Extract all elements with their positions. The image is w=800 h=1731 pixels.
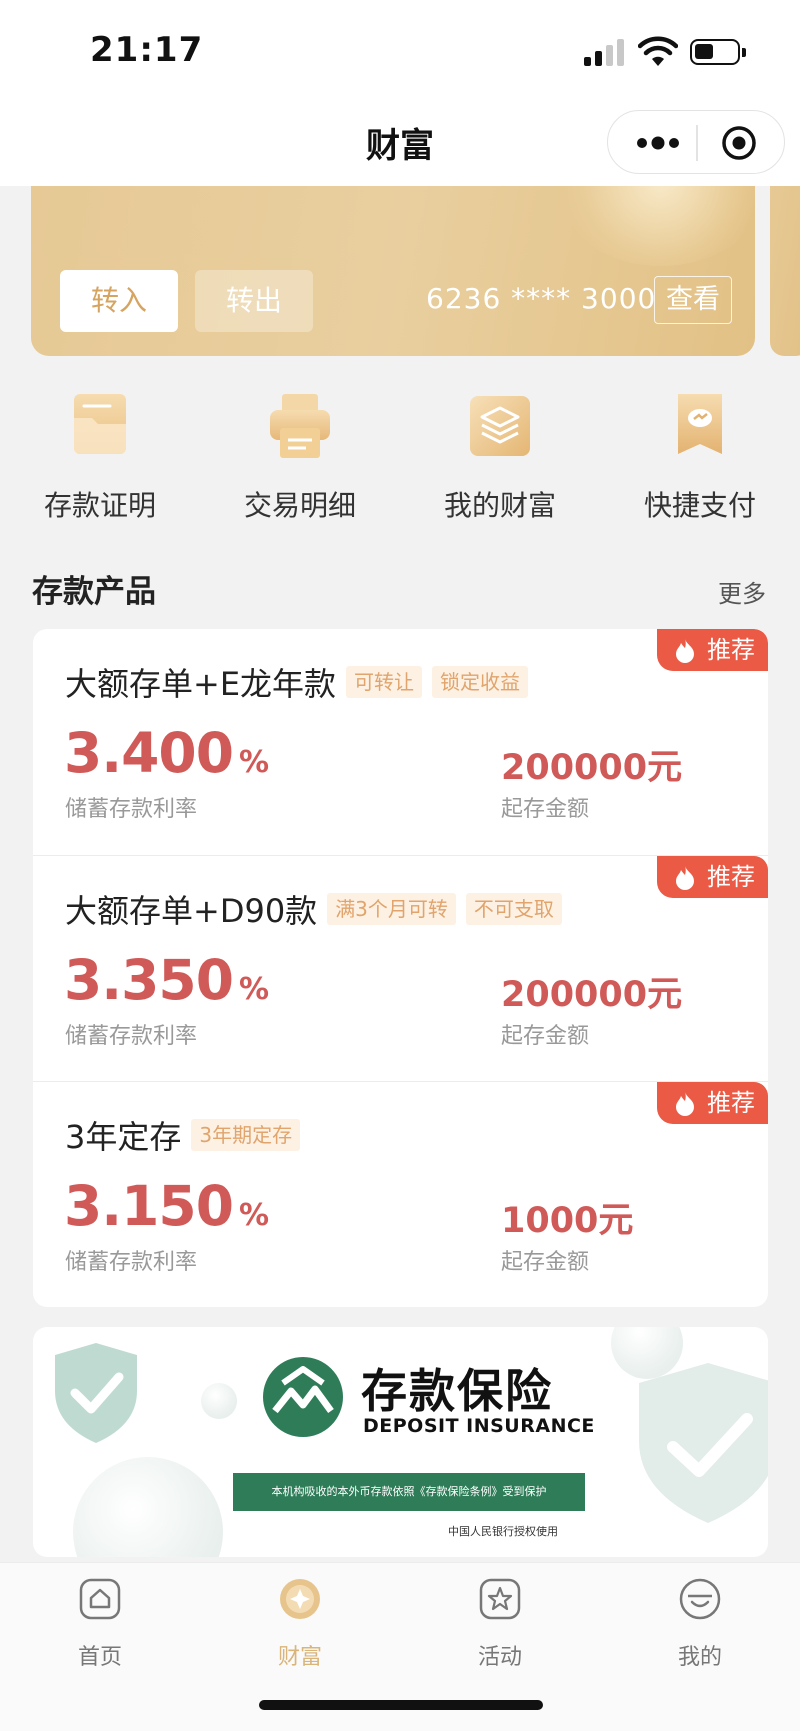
signal-icon: [584, 38, 626, 66]
layers-icon: [470, 396, 530, 456]
bubble-decoration: [73, 1457, 223, 1557]
min-amount: 200000元: [501, 975, 683, 1015]
coin-decoration: [561, 186, 755, 266]
quick-entry-label: 快捷支付: [643, 489, 756, 522]
home-icon: [79, 1578, 121, 1620]
rate-value: 3.350: [64, 948, 234, 1012]
tab-home[interactable]: 首页: [0, 1577, 200, 1677]
tab-activity[interactable]: 活动: [400, 1577, 600, 1677]
rate-value: 3.150: [64, 1174, 234, 1238]
recommend-badge: 推荐: [657, 629, 768, 671]
product-item[interactable]: 推荐 大额存单+D90款 满3个月可转 不可支取 3.350% 储蓄存款利率 200…: [33, 855, 768, 1081]
wifi-icon: [638, 36, 678, 66]
insurance-statement: 本机构吸收的本外币存款依照《存款保险条例》受到保护: [233, 1473, 585, 1511]
tab-mine[interactable]: 我的: [600, 1577, 800, 1677]
product-name-line: 大额存单+D90款 满3个月可转 不可支取: [65, 886, 562, 932]
quick-entry-my-wealth[interactable]: 我的财富: [400, 380, 600, 530]
flame-icon: [676, 639, 694, 663]
recommend-label: 推荐: [707, 636, 755, 664]
min-amount-label: 起存金额: [501, 797, 590, 822]
product-tag: 3年期定存: [191, 1119, 301, 1151]
rate-unit: %: [238, 745, 269, 780]
product-rate: 3.350%: [64, 948, 269, 1012]
quick-entry-transactions[interactable]: 交易明细: [200, 380, 400, 530]
more-link[interactable]: 更多: [718, 574, 766, 609]
insurance-subtitle: DEPOSIT INSURANCE: [363, 1415, 595, 1437]
printer-icon: [270, 394, 330, 458]
product-item[interactable]: 推荐 大额存单+E龙年款 可转让 锁定收益 3.400% 储蓄存款利率 200000…: [33, 629, 768, 855]
recommend-label: 推荐: [707, 863, 755, 891]
quick-entry-deposit-proof[interactable]: 存款证明: [0, 380, 200, 530]
product-name: 大额存单+D90款: [65, 892, 318, 930]
quick-entry-quick-pay[interactable]: 快捷支付: [600, 380, 800, 530]
quick-entry-label: 交易明细: [243, 489, 356, 522]
nav-bar: 财富: [0, 100, 800, 186]
payment-icon: [678, 394, 722, 454]
quick-entry-label: 存款证明: [43, 489, 156, 522]
recommend-label: 推荐: [707, 1089, 755, 1117]
rate-value: 3.400: [64, 721, 234, 785]
product-rate: 3.400%: [64, 721, 269, 785]
rate-label: 储蓄存款利率: [65, 797, 198, 822]
recommend-badge: 推荐: [657, 856, 768, 898]
insurance-title: 存款保险: [361, 1364, 553, 1418]
product-name: 3年定存: [65, 1118, 182, 1156]
min-amount: 1000元: [501, 1201, 634, 1241]
tab-label: 财富: [277, 1645, 322, 1670]
shield-check-icon: [639, 1363, 768, 1523]
transfer-in-button[interactable]: 转入: [60, 270, 178, 332]
product-name-line: 大额存单+E龙年款 可转让 锁定收益: [65, 659, 529, 705]
profile-icon: [679, 1578, 721, 1620]
product-rate: 3.150%: [64, 1174, 269, 1238]
quick-entries: 存款证明 交易明细 我的财富 快捷支付: [0, 380, 800, 530]
folder-icon: [74, 394, 126, 454]
rate-label: 储蓄存款利率: [65, 1250, 198, 1275]
min-amount-label: 起存金额: [501, 1250, 590, 1275]
target-icon[interactable]: [721, 125, 757, 161]
min-amount-label: 起存金额: [501, 1024, 590, 1049]
card-number: 6236 **** 3000: [426, 282, 657, 315]
home-indicator: [259, 1700, 543, 1710]
product-tag: 锁定收益: [432, 666, 529, 698]
status-time: 21:17: [90, 30, 204, 70]
tab-label: 首页: [77, 1645, 122, 1670]
product-item[interactable]: 推荐 3年定存 3年期定存 3.150% 储蓄存款利率 1000元 起存金额: [33, 1081, 768, 1307]
recommend-badge: 推荐: [657, 1082, 768, 1124]
wealth-icon: [280, 1579, 320, 1619]
product-tag: 不可支取: [465, 893, 562, 925]
star-icon: [479, 1578, 521, 1620]
deposit-insurance-logo: [263, 1357, 343, 1437]
more-dots-icon[interactable]: [636, 133, 680, 153]
mini-program-capsule: [607, 110, 785, 174]
status-bar: 21:17: [0, 0, 800, 100]
rate-unit: %: [238, 1198, 269, 1233]
deposit-insurance-banner[interactable]: 存款保险 DEPOSIT INSURANCE 本机构吸收的本外币存款依照《存款保…: [33, 1327, 768, 1557]
flame-icon: [676, 866, 694, 890]
account-card: 转入 转出 6236 **** 3000 查看: [31, 186, 755, 356]
product-list: 推荐 大额存单+E龙年款 可转让 锁定收益 3.400% 储蓄存款利率 200000…: [33, 629, 768, 1307]
insurance-note: 中国人民银行授权使用: [448, 1525, 558, 1538]
view-button[interactable]: 查看: [654, 276, 732, 324]
tab-label: 活动: [477, 1645, 522, 1670]
section-title: 存款产品: [32, 574, 156, 610]
quick-entry-label: 我的财富: [443, 489, 556, 522]
product-name-line: 3年定存 3年期定存: [65, 1112, 301, 1158]
product-tag: 满3个月可转: [327, 893, 456, 925]
rate-label: 储蓄存款利率: [65, 1024, 198, 1049]
product-tag: 可转让: [346, 666, 423, 698]
capsule-divider: [696, 125, 698, 161]
tab-wealth[interactable]: 财富: [200, 1577, 400, 1677]
rate-unit: %: [238, 972, 269, 1007]
transfer-out-button[interactable]: 转出: [195, 270, 313, 332]
tab-label: 我的: [677, 1645, 722, 1670]
bubble-decoration: [201, 1383, 237, 1419]
min-amount: 200000元: [501, 748, 683, 788]
shield-check-icon: [55, 1343, 137, 1443]
next-card-peek[interactable]: [770, 186, 800, 356]
product-name: 大额存单+E龙年款: [65, 665, 337, 703]
flame-icon: [676, 1092, 694, 1116]
battery-icon: [690, 39, 746, 65]
